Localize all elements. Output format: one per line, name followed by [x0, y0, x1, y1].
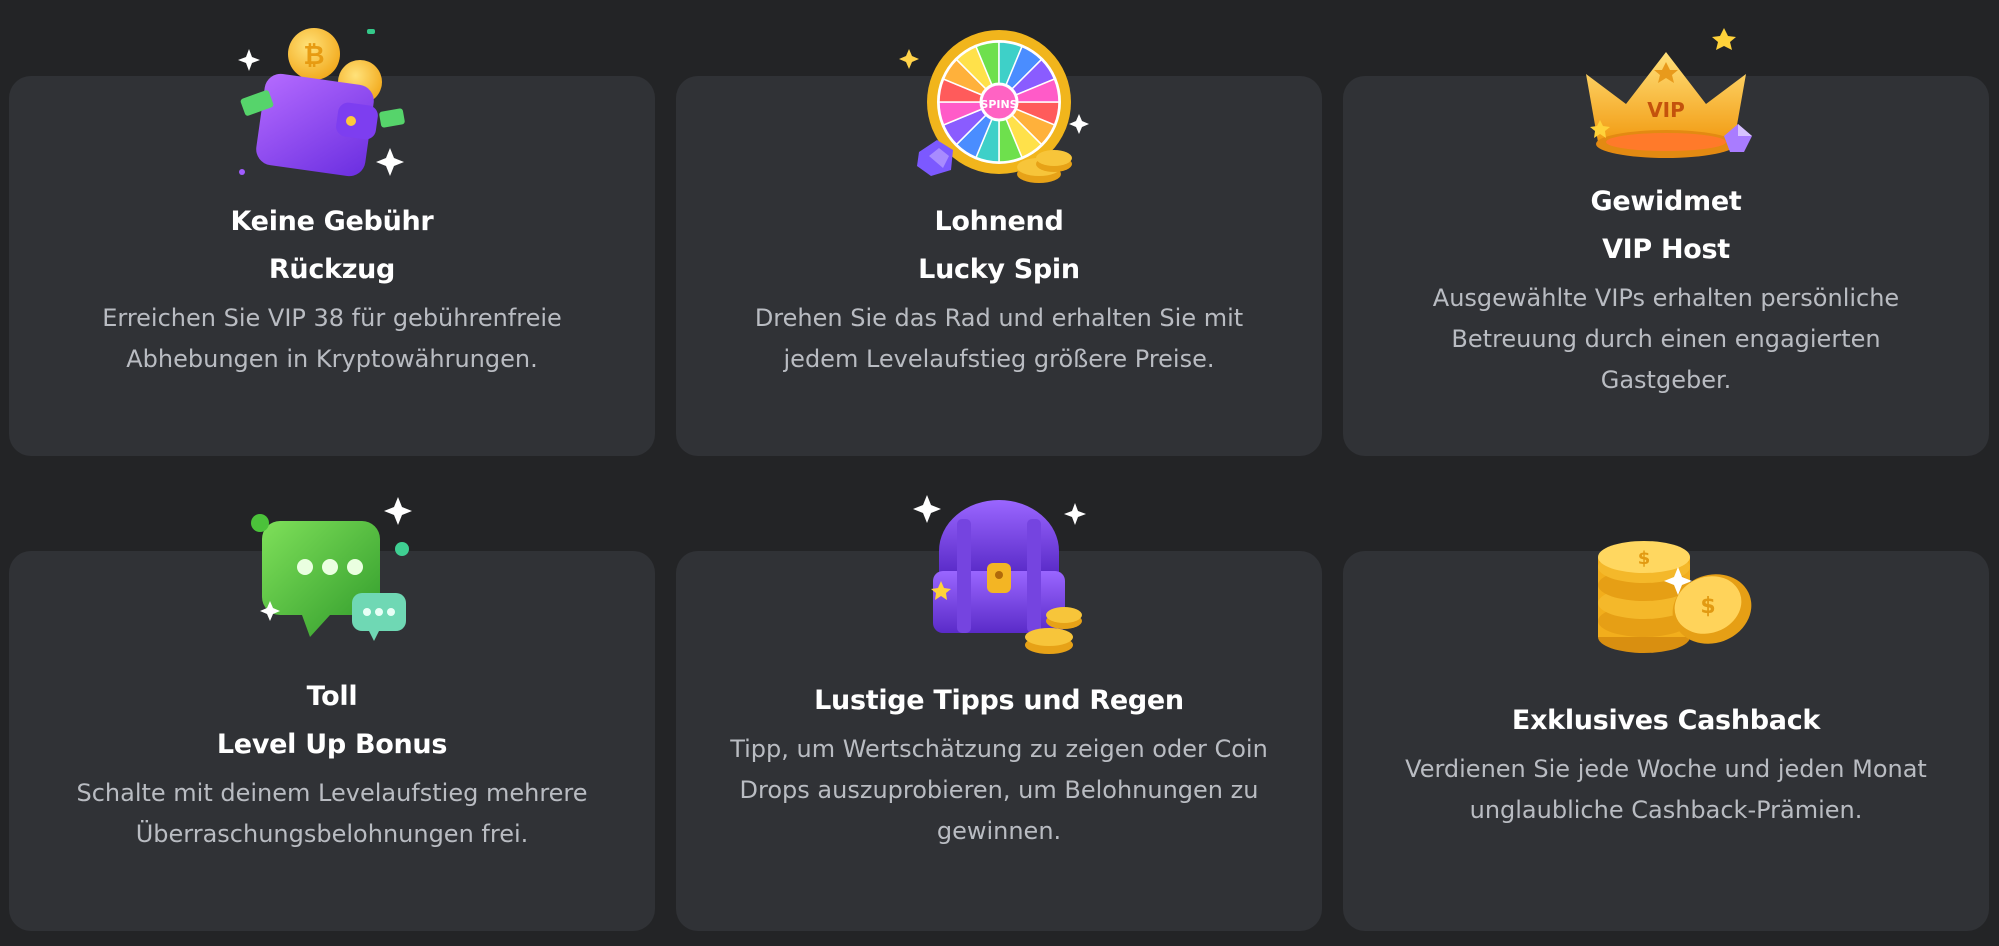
card-title-line-1: Keine Gebühr — [230, 206, 434, 237]
card-description: Drehen Sie das Rad und erhalten Sie mit … — [676, 298, 1322, 380]
svg-text:$: $ — [1700, 594, 1715, 619]
card-title: Keine Gebühr Rückzug — [9, 198, 655, 294]
benefit-card-level-up-bonus: Toll Level Up Bonus Schalte mit deinem L… — [9, 497, 655, 931]
card-title: Gewidmet VIP Host — [1343, 178, 1989, 274]
card-title: Lohnend Lucky Spin — [676, 198, 1322, 294]
card-description-line-1: Schalte mit deinem Levelaufstieg mehrere — [76, 779, 588, 807]
card-description-line-2: jedem Levelaufstieg größere Preise. — [783, 345, 1215, 373]
card-title-line-1: Lohnend — [934, 206, 1064, 237]
card-title: Lustige Tipps und Regen — [676, 677, 1322, 725]
card-description: Schalte mit deinem Levelaufstieg mehrere… — [9, 773, 655, 855]
card-title-line-2: Rückzug — [268, 254, 396, 285]
card-title-line-2: VIP Host — [1602, 234, 1730, 265]
card-description-line-1: Erreichen Sie VIP 38 für gebührenfreie — [102, 304, 562, 332]
card-title-line-1: Lustige Tipps und Regen — [814, 685, 1184, 716]
card-description-line-2: Betreuung durch einen engagierten — [1451, 325, 1881, 353]
card-title-line-1: Toll — [306, 681, 358, 712]
card-title-line-2: Lucky Spin — [918, 254, 1080, 285]
benefit-card-no-fee-withdrawal: ₿ Keine Gebühr Rückzug Erreichen Sie VIP… — [9, 28, 655, 456]
card-title-line-1: Exklusives Cashback — [1511, 705, 1821, 736]
card-description-line-1: Drehen Sie das Rad und erhalten Sie mit — [754, 304, 1244, 332]
card-description-line-1: Tipp, um Wertschätzung zu zeigen oder Co… — [730, 735, 1268, 763]
benefit-card-vip-host: VIP Gewidmet VIP Host Ausgewählte VIPs e… — [1343, 28, 1989, 456]
card-description-line-3: gewinnen. — [936, 817, 1062, 845]
svg-text:₿: ₿ — [303, 41, 324, 71]
vip-crown-icon: VIP — [1566, 24, 1766, 194]
coin-stack-icon: $ $ — [1566, 537, 1766, 707]
card-description: Erreichen Sie VIP 38 für gebührenfreie A… — [9, 298, 655, 380]
spin-label: SPINS — [980, 98, 1017, 111]
svg-text:$: $ — [1638, 548, 1651, 569]
wallet-icon: ₿ — [232, 24, 432, 194]
benefit-card-lucky-spin: SPINS Lohnend Lucky Spin Drehen Sie das … — [676, 30, 1322, 456]
card-title-line-2: Level Up Bonus — [216, 729, 448, 760]
vip-benefits-grid: ₿ Keine Gebühr Rückzug Erreichen Sie VIP… — [0, 0, 1999, 946]
card-description-line-2: unglaubliche Cashback-Prämien. — [1469, 796, 1863, 824]
card-description-line-1: Ausgewählte VIPs erhalten persönliche — [1432, 284, 1900, 312]
benefit-card-tips-and-rain: Lustige Tipps und Regen Tipp, um Wertsch… — [676, 495, 1322, 931]
card-description: Tipp, um Wertschätzung zu zeigen oder Co… — [676, 729, 1322, 852]
card-description: Verdienen Sie jede Woche und jeden Monat… — [1343, 749, 1989, 831]
vip-label: VIP — [1647, 98, 1685, 122]
card-title: Exklusives Cashback — [1343, 697, 1989, 745]
card-description-line-2: Überraschungsbelohnungen frei. — [135, 820, 529, 848]
card-description: Ausgewählte VIPs erhalten persönliche Be… — [1343, 278, 1989, 401]
treasure-chest-icon — [899, 493, 1099, 663]
card-description-line-2: Drops auszuprobieren, um Belohnungen zu — [739, 776, 1259, 804]
card-description-line-2: Abhebungen in Kryptowährungen. — [126, 345, 538, 373]
card-title-line-1: Gewidmet — [1590, 186, 1742, 217]
card-description-line-1: Verdienen Sie jede Woche und jeden Monat — [1405, 755, 1927, 783]
chat-bubble-icon — [232, 493, 432, 663]
card-title: Toll Level Up Bonus — [9, 673, 655, 769]
benefit-card-cashback: $ $ Exklusives Cashback Verdienen Sie je… — [1343, 541, 1989, 931]
spin-wheel-icon: SPINS — [899, 24, 1099, 194]
card-description-line-3: Gastgeber. — [1600, 366, 1732, 394]
